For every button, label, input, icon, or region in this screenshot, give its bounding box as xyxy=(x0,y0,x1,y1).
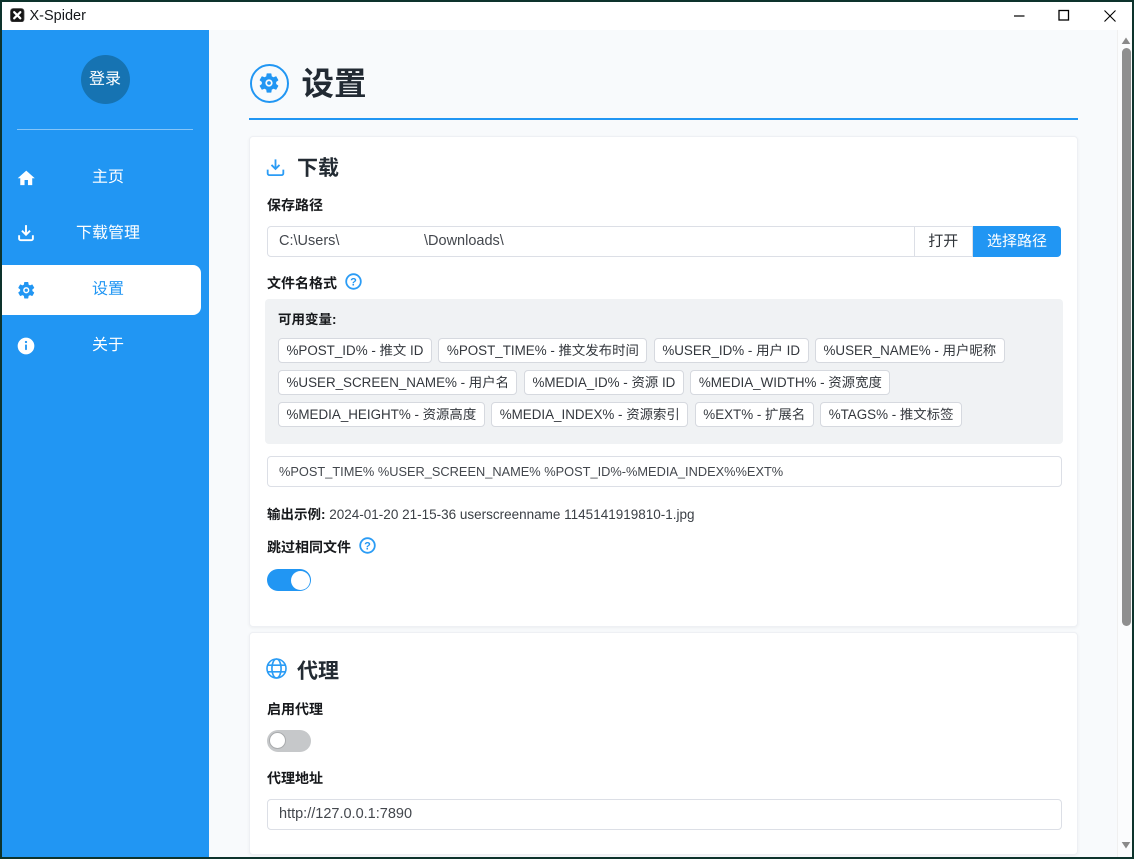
svg-text:?: ? xyxy=(350,276,357,288)
svg-text:?: ? xyxy=(364,540,371,552)
